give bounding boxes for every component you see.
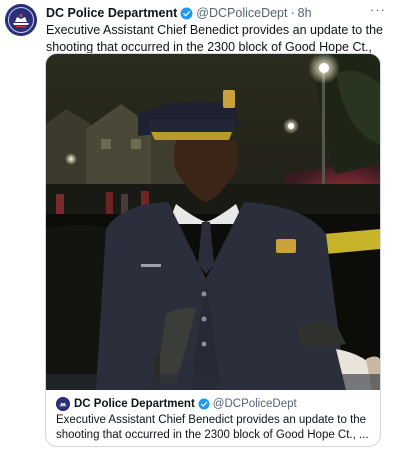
quoted-tweet-header: DC Police Department @DCPoliceDept (56, 396, 370, 412)
quoted-author-handle: @DCPoliceDept (212, 398, 297, 410)
tweet-header: DC Police Department @DCPoliceDept · 8h (46, 4, 386, 22)
dc-police-badge-icon (56, 397, 70, 411)
author-handle[interactable]: @DCPoliceDept (196, 4, 287, 22)
video-thumbnail[interactable] (46, 54, 380, 390)
dc-police-avatar[interactable] (5, 4, 37, 36)
separator-dot: · (290, 6, 295, 20)
tweet[interactable]: DC Police Department @DCPoliceDept · 8h … (0, 0, 400, 455)
dc-police-badge-icon (5, 4, 37, 36)
author-name[interactable]: DC Police Department (46, 4, 177, 22)
timestamp[interactable]: 8h (298, 4, 312, 22)
press-briefing-image (46, 54, 380, 390)
more-options-icon[interactable]: ··· (369, 3, 387, 20)
quoted-tweet-card[interactable]: DC Police Department @DCPoliceDept Execu… (45, 53, 381, 447)
quoted-author-name: DC Police Department (74, 398, 195, 410)
verified-badge-icon (198, 398, 210, 410)
quoted-tweet-text: Executive Assistant Chief Benedict provi… (56, 414, 369, 441)
verified-badge-icon (180, 7, 193, 20)
quoted-tweet[interactable]: DC Police Department @DCPoliceDept Execu… (46, 390, 380, 446)
